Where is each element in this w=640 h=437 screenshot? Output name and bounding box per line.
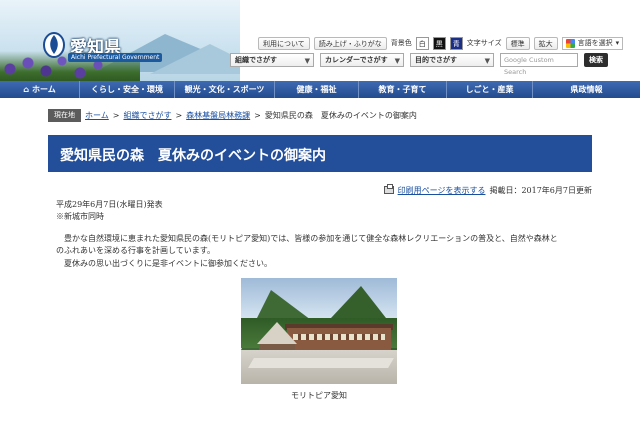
org-search-select[interactable]: 組織でさがす ▼	[230, 53, 314, 67]
home-icon: ⌂	[23, 85, 29, 94]
language-select-label: 言語を選択	[577, 39, 613, 47]
bg-white-button[interactable]: 白	[415, 36, 429, 50]
chevron-down-icon: ▼	[484, 57, 490, 65]
nav-home[interactable]: ⌂ ホーム	[0, 81, 80, 98]
breadcrumb-separator: >	[112, 110, 120, 120]
utility-toolbar: 利用について 読み上げ・ふりがな 背景色 白 黒 青 文字サイズ 標準 拡大 言…	[258, 36, 624, 50]
language-select[interactable]: 言語を選択 ▾	[561, 36, 624, 50]
prefecture-logo-icon[interactable]	[42, 30, 66, 58]
search-nav: 組織でさがす ▼ カレンダーでさがす ▼ 目的でさがす ▼ Google Cus…	[230, 53, 608, 76]
breadcrumb-current: 愛知県民の森 夏休みのイベントの御案内	[264, 110, 417, 120]
photo-caption: モリトピア愛知	[291, 391, 347, 400]
purpose-search-select[interactable]: 目的でさがす ▼	[410, 53, 494, 67]
font-standard-button[interactable]: 標準	[505, 36, 530, 50]
search-input[interactable]: Google Custom Search	[500, 53, 578, 76]
header: 愛知県 Aichi Prefectural Government 利用について …	[0, 0, 640, 81]
breadcrumb-link-department[interactable]: 森林基盤局林務課	[186, 110, 250, 121]
body-paragraph-3: 夏休みの思い出づくりに是非イベントに御参加ください。	[56, 259, 272, 268]
calendar-search-select[interactable]: カレンダーでさがす ▼	[320, 53, 404, 67]
breadcrumb-separator: >	[175, 110, 183, 120]
breadcrumb-separator: >	[254, 110, 261, 120]
page-title-bar: 愛知県民の森 夏休みのイベントの御案内	[48, 135, 592, 172]
org-search-label: 組織でさがす	[235, 56, 277, 64]
photo-cone-roof	[257, 322, 297, 344]
announcement-note: ※新城市同時	[56, 212, 104, 221]
chevron-down-icon: ▾	[615, 39, 620, 47]
breadcrumb-link-org[interactable]: 組織でさがす	[123, 110, 171, 121]
nav-home-label: ホーム	[31, 85, 56, 94]
breadcrumb: 現在地 ホーム > 組織でさがす > 森林基盤局林務課 > 愛知県民の森 夏休み…	[48, 108, 592, 122]
purpose-search-label: 目的でさがす	[415, 56, 457, 64]
announcement-date: 平成29年6月7日(水曜日)発表	[56, 200, 163, 209]
bg-black-button[interactable]: 黒	[432, 36, 446, 50]
body-paragraph-2: のふれあいを深める行事を計画しています。	[56, 246, 215, 255]
breadcrumb-label: 現在地	[48, 108, 81, 122]
nav-tourism[interactable]: 観光・文化・スポーツ	[175, 81, 275, 98]
background-color-label: 背景色	[390, 39, 412, 47]
body-paragraph-1: 豊かな自然環境に恵まれた愛知県民の森(モリトピア愛知)では、皆様の参加を通じて健…	[56, 234, 558, 243]
nav-government[interactable]: 県政情報	[533, 81, 640, 98]
print-page-link[interactable]: 印刷用ページを表示する	[398, 185, 486, 196]
nav-living[interactable]: くらし・安全・環境	[80, 81, 175, 98]
printer-icon[interactable]	[383, 184, 394, 194]
chevron-down-icon: ▼	[304, 57, 310, 65]
font-size-label: 文字サイズ	[466, 39, 502, 47]
photo-path	[248, 358, 394, 368]
search-button[interactable]: 検索	[584, 53, 608, 67]
nav-work[interactable]: しごと・産業	[447, 81, 533, 98]
google-icon	[565, 38, 575, 48]
chevron-down-icon: ▼	[394, 57, 400, 65]
site-subtitle: Aichi Prefectural Government	[68, 53, 163, 62]
page-meta: 印刷用ページを表示する 掲載日：2017年6月7日更新	[375, 184, 592, 196]
nav-health[interactable]: 健康・福祉	[275, 81, 359, 98]
font-large-button[interactable]: 拡大	[533, 36, 558, 50]
calendar-search-label: カレンダーでさがす	[325, 56, 388, 64]
photo-windows	[293, 334, 385, 340]
facility-photo	[241, 278, 397, 384]
posted-date: 掲載日：2017年6月7日更新	[489, 185, 592, 195]
page-title: 愛知県民の森 夏休みのイベントの御案内	[60, 148, 326, 164]
read-aloud-button[interactable]: 読み上げ・ふりがな	[313, 36, 387, 50]
about-button[interactable]: 利用について	[258, 36, 310, 50]
bg-blue-button[interactable]: 青	[449, 36, 463, 50]
mountain-decoration	[150, 44, 240, 74]
nav-education[interactable]: 教育・子育て	[359, 81, 447, 98]
breadcrumb-link-home[interactable]: ホーム	[85, 110, 109, 121]
main-navigation: ⌂ ホーム くらし・安全・環境 観光・文化・スポーツ 健康・福祉 教育・子育て …	[0, 81, 640, 98]
